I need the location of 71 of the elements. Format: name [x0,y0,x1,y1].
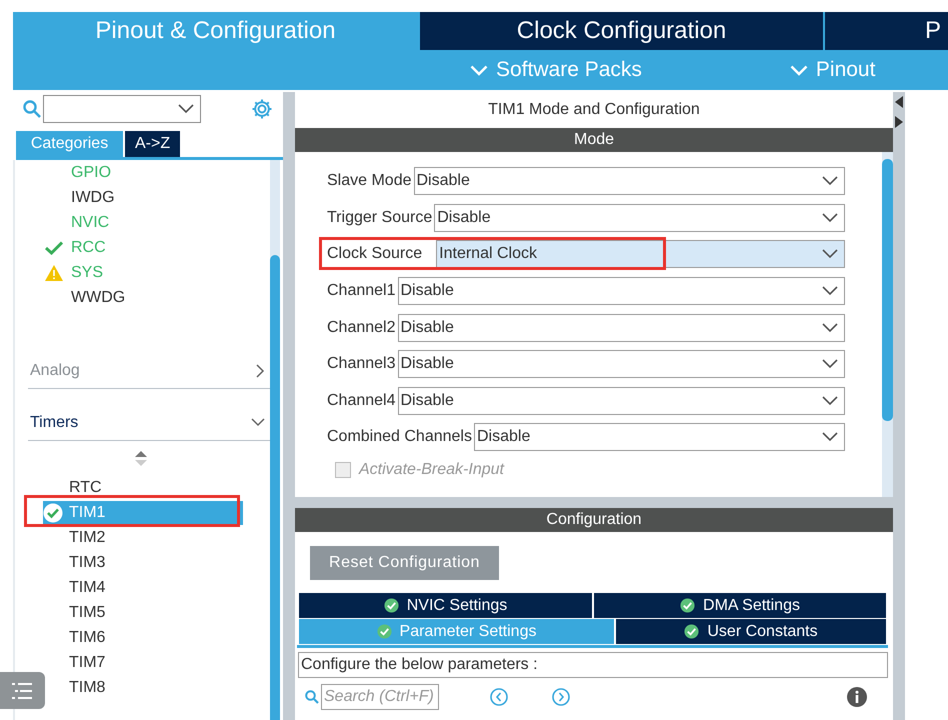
chevron-down-icon [790,64,808,76]
info-icon[interactable] [847,687,867,707]
collapse-left-icon[interactable] [895,96,903,108]
chevron-down-icon [822,212,838,223]
dropdown-field[interactable]: Disable [398,386,845,415]
settings-tab[interactable]: DMA Settings [594,593,886,618]
chevron-down-icon [178,104,194,114]
check-circle-icon [684,624,700,639]
top-tab[interactable]: Clock Configuration [420,12,823,50]
settings-icon[interactable] [251,98,273,120]
search-combo-field[interactable] [43,95,201,123]
search-icon [305,690,319,704]
dropdown-field[interactable]: Disable [474,423,845,452]
section-header: Configuration [295,508,893,532]
timer-item[interactable]: TIM7 [43,650,243,674]
dropdown-field[interactable]: Disable [398,350,845,378]
field-label: Channel3 [327,355,396,374]
timer-item[interactable]: TIM4 [43,576,243,600]
section-header: Mode [295,128,893,152]
timer-item[interactable]: TIM6 [43,626,243,650]
chevron-down-icon [822,176,838,186]
settings-tab[interactable]: NVIC Settings [299,593,592,618]
timer-item[interactable]: TIM8 [43,676,243,700]
timer-item[interactable]: TIM3 [43,550,243,574]
panel-title: TIM1 Mode and Configuration [487,100,701,120]
description-text: Configure the below parameters : [298,652,888,678]
top-tab[interactable]: P [825,12,948,50]
chevron-down-icon [822,249,838,260]
search-icon [23,100,41,118]
timer-item[interactable]: TIM2 [43,526,243,550]
chevron-down-icon [822,396,838,406]
field-label: Channel4 [327,392,396,410]
chevron-down-icon [822,359,838,370]
search-field[interactable]: Search (Ctrl+F) [321,684,439,710]
field-label: Combined Channels [327,428,473,446]
field-label: Trigger Source [327,208,434,227]
chevron-down-icon [251,418,265,427]
chevron-down-icon [822,322,838,333]
expand-right-icon[interactable] [895,116,903,128]
next-icon[interactable] [552,688,570,706]
category-tab[interactable]: A->Z [125,131,180,157]
dropdown-field[interactable]: Disable [398,314,845,342]
timer-item[interactable]: TIM5 [43,600,243,624]
chevron-down-icon [822,286,838,296]
group-header[interactable]: Timers [28,405,271,441]
category-item[interactable]: IWDG [71,188,115,206]
field-label: Slave Mode [327,172,412,190]
sort-icon[interactable] [135,450,147,466]
dropdown-field[interactable]: Disable [434,204,845,232]
previous-icon[interactable] [490,688,508,706]
dropdown-field[interactable]: Disable [398,277,845,306]
outline-toggle-button[interactable] [0,672,45,709]
dropdown-field[interactable]: Disable [414,167,845,196]
field-label: Channel1 [327,282,396,300]
check-circle-icon [384,598,399,613]
chevron-down-icon [822,432,838,442]
check-circle-icon [680,598,696,613]
check-circle-icon [43,502,63,522]
check-circle-icon [376,624,392,639]
field-label: Channel2 [327,318,396,337]
field-label: Clock Source [327,245,424,264]
chevron-down-icon [470,64,488,76]
category-item[interactable]: WWDG [71,288,126,306]
settings-tab[interactable]: User Constants [616,619,886,644]
chevron-right-icon [256,364,265,378]
timer-item[interactable]: RTC [43,476,243,500]
checkbox-label: Activate-Break-Input [359,460,504,479]
dropdown-field[interactable]: Internal Clock [436,240,845,268]
scrollbar-thumb[interactable] [270,255,280,720]
scrollbar-thumb[interactable] [882,159,893,421]
list-icon [12,682,34,700]
